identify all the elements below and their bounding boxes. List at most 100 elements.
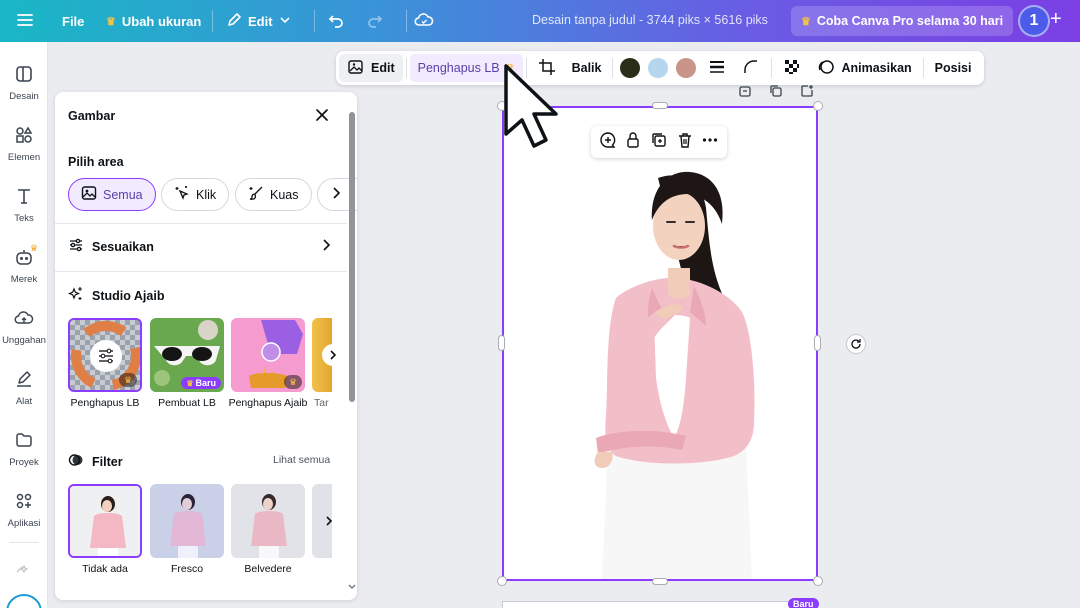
panel-scrollbar[interactable] [348, 100, 356, 596]
edit-image-button[interactable]: Edit [339, 54, 403, 82]
document-title[interactable]: Desain tanpa judul - 3744 piks × 5616 pi… [532, 13, 768, 27]
edit-mode-button[interactable]: Edit [218, 5, 299, 37]
new-badge: Baru [788, 598, 819, 608]
model-photo[interactable] [504, 108, 816, 579]
lines-icon [708, 58, 726, 79]
magic-studio-heading: Studio Ajaib [67, 286, 333, 305]
rail-item-proyek[interactable]: Proyek [0, 430, 48, 468]
sparkles-icon [67, 286, 84, 305]
more-icon[interactable] [701, 131, 719, 154]
filter-tile-belvedere[interactable] [231, 484, 305, 558]
adjust-row[interactable]: Sesuaikan [68, 237, 333, 256]
cloud-check-icon [414, 11, 434, 32]
sliders-icon [68, 237, 84, 256]
rail-item-unggahan[interactable]: Unggahan [0, 308, 48, 346]
tile-bg-generator[interactable]: ♛ Baru [150, 318, 224, 392]
filter-tile-fresco[interactable] [150, 484, 224, 558]
undo-icon [327, 11, 345, 32]
position-button[interactable]: Posisi [927, 54, 980, 82]
corner-radius-icon [742, 58, 760, 79]
resize-handle-bottom[interactable] [652, 578, 668, 585]
chip-click[interactable]: Klik [161, 178, 230, 211]
undo-button[interactable] [322, 7, 350, 35]
color-swatch-dark[interactable] [620, 58, 641, 78]
lock-page-icon[interactable] [738, 84, 753, 99]
filters-next-button[interactable] [318, 510, 340, 532]
resize-handle-bottom-left[interactable] [497, 576, 507, 586]
duplicate-page-icon[interactable] [769, 84, 784, 99]
close-icon[interactable] [313, 106, 331, 124]
menu-button[interactable] [8, 5, 42, 37]
corner-radius-button[interactable] [734, 54, 768, 82]
context-toolbar: Edit Penghapus LB ♛ Balik Animasikan Pos… [336, 51, 984, 85]
new-badge: ♛ Baru [181, 377, 221, 389]
rail-item-merek[interactable]: ♛ Merek [0, 243, 48, 285]
resize-button[interactable]: ♛ Ubah ukuran [98, 5, 209, 37]
crown-icon: ♛ [284, 375, 302, 389]
cloud-upload-icon [14, 308, 34, 331]
file-menu[interactable]: File [54, 5, 92, 37]
rail-item-elemen[interactable]: Elemen [0, 125, 48, 163]
rotate-icon [851, 339, 861, 349]
lock-icon[interactable] [624, 131, 642, 154]
design-page[interactable] [502, 106, 818, 581]
chip-brush[interactable]: Kuas [235, 178, 312, 211]
image-panel: Gambar Pilih area Semua Klik Kuas Sesuai… [55, 92, 357, 600]
rail-item-teks[interactable]: Teks [0, 186, 48, 224]
crown-icon: ♛ [106, 15, 116, 28]
color-swatch-blue[interactable] [648, 58, 669, 78]
redo-icon [366, 11, 384, 32]
layout-icon [14, 64, 34, 87]
comment-add-icon[interactable] [599, 131, 617, 154]
flip-button[interactable]: Balik [564, 54, 610, 82]
avatar[interactable]: 1 [1018, 5, 1050, 37]
transparency-button[interactable] [775, 54, 809, 82]
chip-all[interactable]: Semua [68, 178, 156, 211]
filter-tile-none[interactable] [68, 484, 142, 558]
crown-icon: ♛ [186, 378, 194, 388]
chevron-right-icon [326, 516, 333, 526]
tile-magic-eraser[interactable]: ♛ [231, 318, 305, 392]
brush-icon [248, 185, 264, 204]
panel-title: Gambar [68, 109, 116, 123]
rail-item-alat[interactable]: Alat [0, 369, 48, 407]
magic-tools-next-button[interactable] [322, 344, 344, 366]
tile-bg-remover[interactable]: ♛ [68, 318, 142, 392]
trash-icon[interactable] [676, 131, 694, 154]
animate-icon [817, 58, 835, 79]
hamburger-icon [16, 11, 34, 32]
magic-button[interactable] [6, 594, 42, 608]
scroll-down-icon[interactable] [348, 584, 356, 590]
element-floating-toolbar [591, 126, 727, 158]
resize-handle-top-right[interactable] [813, 101, 823, 111]
see-all-link[interactable]: Lihat semua [273, 454, 330, 466]
scroll-thumb[interactable] [349, 112, 355, 402]
folder-icon [14, 430, 34, 453]
image-edit-icon [347, 58, 365, 79]
crown-icon: ♛ [119, 373, 137, 387]
redo-button[interactable] [361, 7, 389, 35]
add-collaborator-button[interactable]: + [1050, 8, 1062, 31]
resize-handle-bottom-right[interactable] [813, 576, 823, 586]
top-bar: File ♛ Ubah ukuran Edit Desain tanpa jud… [0, 0, 1080, 42]
duplicate-icon[interactable] [650, 131, 668, 154]
shapes-icon [14, 125, 34, 148]
rail-item-desain[interactable]: Desain [0, 64, 48, 102]
crown-icon: ♛ [801, 15, 811, 28]
border-weight-button[interactable] [700, 54, 734, 82]
color-swatch-rose[interactable] [676, 58, 697, 78]
rail-item-aplikasi[interactable]: Aplikasi [0, 491, 48, 529]
resize-handle-right[interactable] [814, 335, 821, 351]
animate-button[interactable]: Animasikan [809, 54, 919, 82]
resize-handle-top[interactable] [652, 102, 668, 109]
resize-handle-left[interactable] [498, 335, 505, 351]
try-pro-button[interactable]: ♛ Coba Canva Pro selama 30 hari [791, 6, 1014, 36]
add-page-icon[interactable] [800, 84, 815, 99]
sparkle-cursor-icon [174, 185, 190, 204]
rotate-button[interactable] [846, 334, 866, 354]
filter-fresco-thumbnail [150, 484, 224, 558]
chevron-right-icon [328, 185, 344, 204]
cloud-save-button[interactable] [410, 7, 438, 35]
next-page[interactable] [502, 601, 818, 608]
pick-area-label: Pilih area [68, 155, 124, 169]
